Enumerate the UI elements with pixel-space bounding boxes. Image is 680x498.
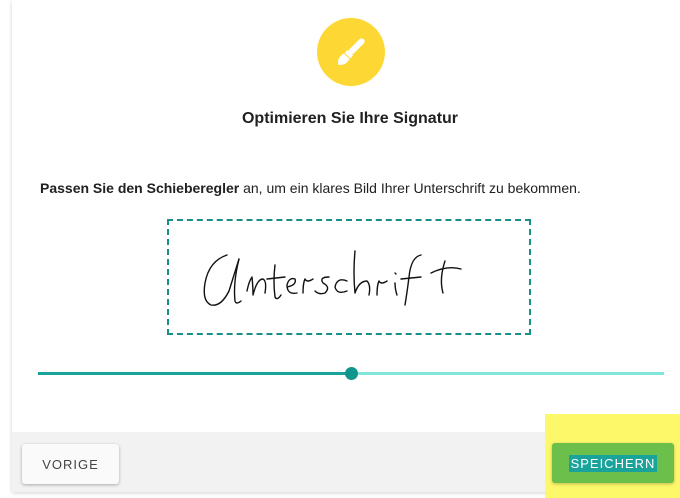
instruction-text: Passen Sie den Schieberegler an, um ein … <box>40 180 680 196</box>
signature-preview <box>167 219 531 335</box>
instruction-rest: an, um ein klares Bild Ihrer Unterschrif… <box>239 180 581 196</box>
slider-track-filled <box>38 372 351 375</box>
left-margin <box>0 0 12 498</box>
brush-icon-badge <box>317 18 385 86</box>
threshold-slider[interactable] <box>38 364 664 384</box>
save-button[interactable]: SPEICHERN <box>552 443 674 483</box>
instruction-emphasis: Passen Sie den Schieberegler <box>40 180 240 196</box>
brush-icon <box>338 38 365 65</box>
back-button[interactable]: VORIGE <box>22 444 119 484</box>
save-button-label: SPEICHERN <box>568 454 658 472</box>
signature-image <box>203 250 462 306</box>
page-title: Optimieren Sie Ihre Signatur <box>241 110 459 127</box>
slider-track-remaining <box>351 372 664 375</box>
slider-thumb[interactable] <box>345 367 358 380</box>
